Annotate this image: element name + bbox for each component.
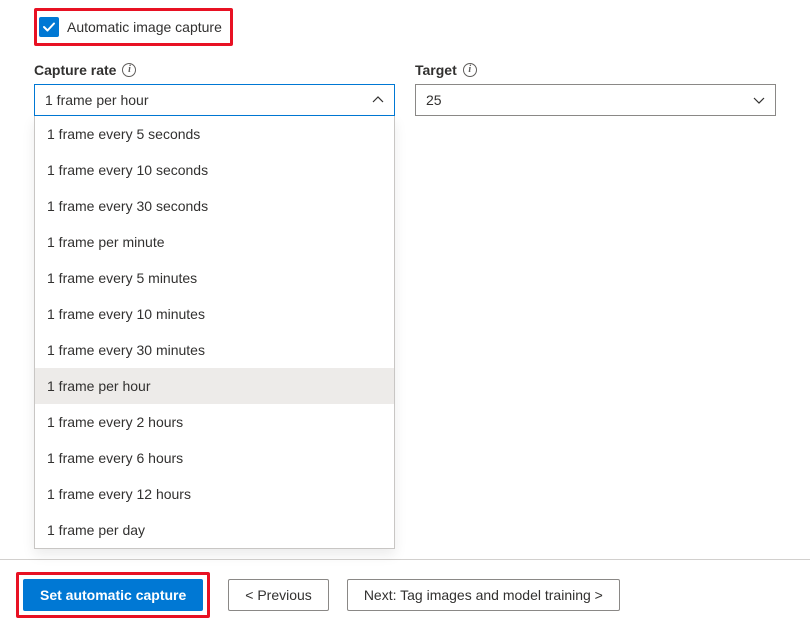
set-automatic-capture-button[interactable]: Set automatic capture	[23, 579, 203, 611]
capture-rate-option[interactable]: 1 frame per hour	[35, 368, 394, 404]
automatic-capture-label: Automatic image capture	[67, 19, 222, 35]
capture-rate-option[interactable]: 1 frame every 10 minutes	[35, 296, 394, 332]
capture-rate-option[interactable]: 1 frame every 6 hours	[35, 440, 394, 476]
footer-bar: Set automatic capture < Previous Next: T…	[0, 559, 810, 618]
capture-rate-option[interactable]: 1 frame per day	[35, 512, 394, 548]
info-icon[interactable]: i	[463, 63, 477, 77]
capture-rate-option[interactable]: 1 frame every 30 seconds	[35, 188, 394, 224]
previous-button[interactable]: < Previous	[228, 579, 329, 611]
target-dropdown[interactable]: 25	[415, 84, 776, 116]
capture-rate-options: 1 frame every 5 seconds1 frame every 10 …	[34, 116, 395, 549]
capture-rate-option[interactable]: 1 frame every 5 seconds	[35, 116, 394, 152]
capture-rate-option[interactable]: 1 frame every 2 hours	[35, 404, 394, 440]
capture-rate-dropdown[interactable]: 1 frame per hour 1 frame every 5 seconds…	[34, 84, 395, 116]
next-button[interactable]: Next: Tag images and model training >	[347, 579, 620, 611]
capture-rate-label: Capture rate	[34, 62, 116, 78]
highlight-set-capture: Set automatic capture	[16, 572, 210, 618]
highlight-automatic-capture: Automatic image capture	[34, 8, 233, 46]
target-label: Target	[415, 62, 457, 78]
target-field: Target i 25	[415, 62, 776, 116]
chevron-down-icon	[753, 94, 765, 106]
capture-rate-selected: 1 frame per hour	[45, 92, 149, 108]
automatic-capture-checkbox[interactable]	[39, 17, 59, 37]
capture-rate-option[interactable]: 1 frame every 30 minutes	[35, 332, 394, 368]
chevron-up-icon	[372, 94, 384, 106]
capture-rate-option[interactable]: 1 frame every 10 seconds	[35, 152, 394, 188]
capture-rate-option[interactable]: 1 frame every 12 hours	[35, 476, 394, 512]
capture-rate-field: Capture rate i 1 frame per hour 1 frame …	[34, 62, 395, 116]
capture-rate-option[interactable]: 1 frame every 5 minutes	[35, 260, 394, 296]
target-value: 25	[426, 92, 442, 108]
info-icon[interactable]: i	[122, 63, 136, 77]
capture-rate-option[interactable]: 1 frame per minute	[35, 224, 394, 260]
checkmark-icon	[42, 20, 56, 34]
